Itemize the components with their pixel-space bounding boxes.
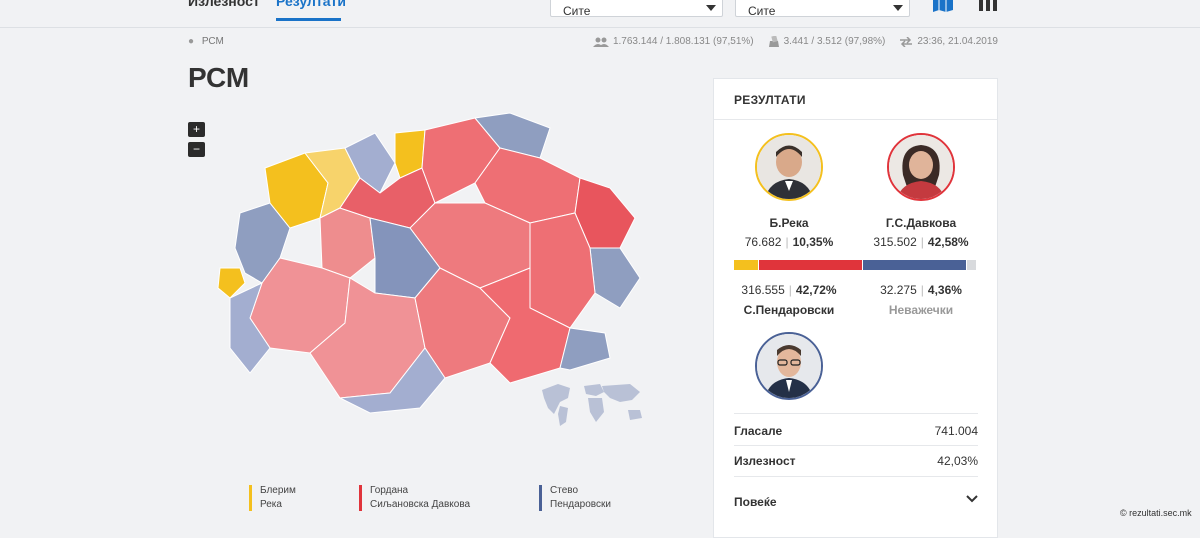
- updated-value: 23:36, 21.04.2019: [917, 36, 998, 47]
- person-photo-icon: [757, 135, 821, 199]
- invalid-votes: 32.275: [880, 283, 917, 297]
- updated-stat: 23:36, 21.04.2019: [899, 36, 998, 47]
- value-separator: |: [788, 283, 792, 297]
- chevron-down-icon: [966, 495, 978, 503]
- header-divider: [0, 27, 1200, 28]
- invalid-percent: 4,36%: [927, 283, 962, 297]
- candidate-percent: 10,35%: [792, 235, 834, 249]
- invalid-values: 32.275 | 4,36%: [851, 283, 991, 297]
- turnout-label: Излезност: [734, 454, 796, 468]
- filter-select-1[interactable]: Сите: [550, 0, 723, 18]
- voters-value: 1.763.144 / 1.808.131 (97,51%): [612, 36, 754, 47]
- source-credit: © rezultati.sec.mk: [1120, 508, 1192, 518]
- voted-value: 741.004: [934, 424, 978, 438]
- row-divider: [734, 445, 978, 446]
- legend-label: Блерим Река: [260, 484, 296, 512]
- legend-item-reka: Блерим Река: [249, 484, 296, 512]
- legend-item-pendarovski: Стево Пендаровски: [539, 484, 611, 512]
- legend-color-swatch: [249, 485, 252, 511]
- legend-color-swatch: [359, 485, 362, 511]
- candidate-votes: 76.682: [744, 235, 782, 249]
- filter-select-2[interactable]: Сите: [735, 0, 910, 18]
- world-map-icon[interactable]: [540, 382, 648, 427]
- legend-item-davkova: Гордана Сиљановска Давкова: [359, 484, 470, 512]
- vote-share-segment-reka: [734, 260, 759, 270]
- person-photo-icon: [757, 334, 821, 398]
- breadcrumb: ● РСМ: [188, 36, 224, 47]
- more-label: Повеќе: [734, 495, 777, 509]
- voters-stat: 1.763.144 / 1.808.131 (97,51%): [592, 36, 754, 47]
- legend-name-last: Сиљановска Давкова: [370, 499, 471, 510]
- legend-label: Стево Пендаровски: [550, 484, 611, 512]
- candidate-name-davkova: Г.С.Давкова: [885, 216, 957, 230]
- legend-name-first: Блерим: [260, 485, 296, 496]
- filter-select-1-value: Сите: [563, 4, 591, 18]
- voted-label: Гласале: [734, 424, 783, 438]
- results-title: РЕЗУЛТАТИ: [734, 93, 806, 107]
- legend-color-swatch: [539, 485, 542, 511]
- value-separator: |: [920, 235, 924, 249]
- location-pin-icon: ●: [188, 36, 195, 47]
- tab-turnout[interactable]: Излезност: [188, 0, 260, 21]
- legend-name-first: Стево: [550, 485, 579, 496]
- candidate-values-reka: 76.682 | 10,35%: [719, 235, 859, 249]
- stations-stat: 3.441 / 3.512 (97,98%): [768, 36, 886, 47]
- panel-divider: [714, 119, 997, 120]
- zoom-in-button[interactable]: +: [188, 122, 205, 137]
- candidate-values-pendarovski: 316.555 | 42,72%: [719, 283, 859, 297]
- more-toggle[interactable]: Повеќе: [734, 495, 978, 509]
- columns-icon[interactable]: [978, 0, 998, 11]
- municipality-map[interactable]: [210, 108, 660, 423]
- stations-value: 3.441 / 3.512 (97,98%): [783, 36, 886, 47]
- avatar-reka[interactable]: [755, 133, 823, 201]
- vote-share-segment-pendarovski: [862, 260, 966, 270]
- candidate-values-davkova: 315.502 | 42,58%: [851, 235, 991, 249]
- avatar-pendarovski[interactable]: [755, 332, 823, 400]
- map-region-east-3[interactable]: [589, 247, 641, 309]
- candidate-name-reka: Б.Река: [769, 216, 809, 230]
- top-navigation: Излезност Резултати Сите Сите: [0, 0, 1200, 27]
- results-panel: РЕЗУЛТАТИ Б.Река 76.682 | 10,35% Г.С.Давко…: [713, 78, 998, 538]
- tab-results[interactable]: Резултати: [276, 0, 346, 21]
- candidate-name-pendarovski: С.Пендаровски: [743, 303, 835, 317]
- candidate-votes: 316.555: [741, 283, 785, 297]
- vote-share-segment-davkova: [759, 260, 862, 270]
- value-separator: |: [785, 235, 789, 249]
- row-divider: [734, 413, 978, 414]
- filter-select-2-value: Сите: [748, 4, 776, 18]
- legend-name-first: Гордана: [370, 485, 409, 496]
- sync-arrows-icon: [900, 36, 913, 47]
- legend-name-last: Пендаровски: [550, 499, 611, 510]
- value-separator: |: [920, 283, 924, 297]
- row-divider: [734, 476, 978, 477]
- ballot-box-icon: [768, 36, 779, 47]
- candidate-percent: 42,58%: [927, 235, 969, 249]
- avatar-davkova[interactable]: [887, 133, 955, 201]
- breadcrumb-location: РСМ: [201, 36, 224, 47]
- zoom-out-button[interactable]: −: [188, 142, 205, 157]
- page-title: РСМ: [188, 62, 250, 93]
- voted-row: Гласале 741.004: [734, 424, 978, 438]
- chevron-down-icon: [893, 5, 903, 11]
- candidate-percent: 42,72%: [795, 283, 837, 297]
- legend-name-last: Река: [260, 499, 282, 510]
- turnout-value: 42,03%: [937, 454, 978, 468]
- person-photo-icon: [889, 135, 953, 199]
- map-icon[interactable]: [932, 0, 954, 12]
- vote-share-segment-invalid: [966, 260, 977, 270]
- turnout-row: Излезност 42,03%: [734, 454, 978, 468]
- vote-share-bar: [734, 260, 978, 270]
- invalid-label: Неважечки: [888, 303, 954, 317]
- people-icon: [592, 37, 609, 47]
- stats-bar: 1.763.144 / 1.808.131 (97,51%) 3.441 / 3…: [592, 36, 998, 47]
- chevron-down-icon: [706, 5, 716, 11]
- legend-label: Гордана Сиљановска Давкова: [370, 484, 470, 512]
- candidate-votes: 315.502: [873, 235, 917, 249]
- map-region-polog[interactable]: [319, 207, 376, 279]
